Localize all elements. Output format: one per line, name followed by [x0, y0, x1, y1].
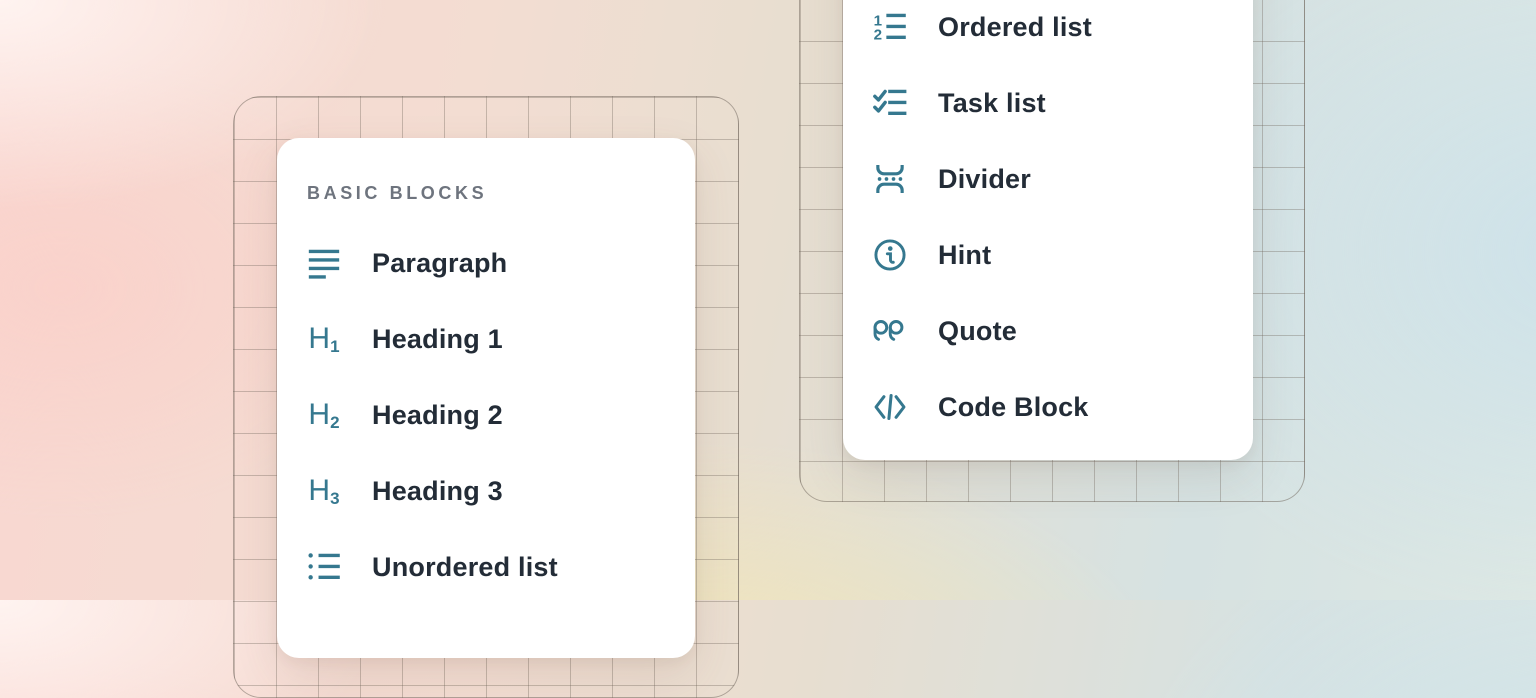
menu-item-label: Heading 1 [372, 324, 503, 355]
menu-item-divider[interactable]: Divider [843, 141, 1253, 217]
h3-icon: H3 [307, 474, 341, 508]
menu-item-quote[interactable]: Quote [843, 293, 1253, 369]
menu-item-label: Task list [938, 88, 1046, 119]
menu-item-label: Unordered list [372, 552, 558, 583]
unordered-list-icon [307, 550, 341, 584]
basic-blocks-list: Paragraph H1 Heading 1 H2 Heading 2 H3 Heading… [277, 225, 695, 605]
menu-item-hint[interactable]: Hint [843, 217, 1253, 293]
quote-icon [873, 314, 907, 348]
paragraph-icon [307, 246, 341, 280]
editor-blocks-hero: { "palette": { "accent": "#35788f", "lab… [0, 0, 1536, 600]
menu-item-label: Paragraph [372, 248, 507, 279]
menu-item-paragraph[interactable]: Paragraph [277, 225, 695, 301]
svg-text:2: 2 [874, 26, 882, 43]
menu-item-label: Heading 3 [372, 476, 503, 507]
h1-icon: H1 [307, 322, 341, 356]
menu-item-heading-2[interactable]: H2 Heading 2 [277, 377, 695, 453]
hint-icon [873, 238, 907, 272]
h2-icon: H2 [307, 398, 341, 432]
menu-item-label: Code Block [938, 392, 1089, 423]
code-block-icon [873, 390, 907, 424]
advanced-blocks-list: 1 2 Ordered list Task list Divider Hint … [843, 0, 1253, 445]
menu-item-label: Ordered list [938, 12, 1092, 43]
menu-item-label: Quote [938, 316, 1017, 347]
menu-item-label: Divider [938, 164, 1031, 195]
menu-item-code-block[interactable]: Code Block [843, 369, 1253, 445]
menu-item-ordered-list[interactable]: 1 2 Ordered list [843, 0, 1253, 65]
menu-item-task-list[interactable]: Task list [843, 65, 1253, 141]
menu-item-unordered-list[interactable]: Unordered list [277, 529, 695, 605]
divider-icon [873, 162, 907, 196]
menu-item-label: Hint [938, 240, 991, 271]
menu-item-label: Heading 2 [372, 400, 503, 431]
advanced-blocks-panel: 1 2 Ordered list Task list Divider Hint … [843, 0, 1253, 460]
menu-item-heading-1[interactable]: H1 Heading 1 [277, 301, 695, 377]
ordered-list-icon: 1 2 [873, 10, 907, 44]
menu-item-heading-3[interactable]: H3 Heading 3 [277, 453, 695, 529]
panel-title: BASIC BLOCKS [307, 182, 695, 204]
basic-blocks-panel: BASIC BLOCKS Paragraph H1 Heading 1 H2 Headi… [277, 138, 695, 658]
task-list-icon [873, 86, 907, 120]
